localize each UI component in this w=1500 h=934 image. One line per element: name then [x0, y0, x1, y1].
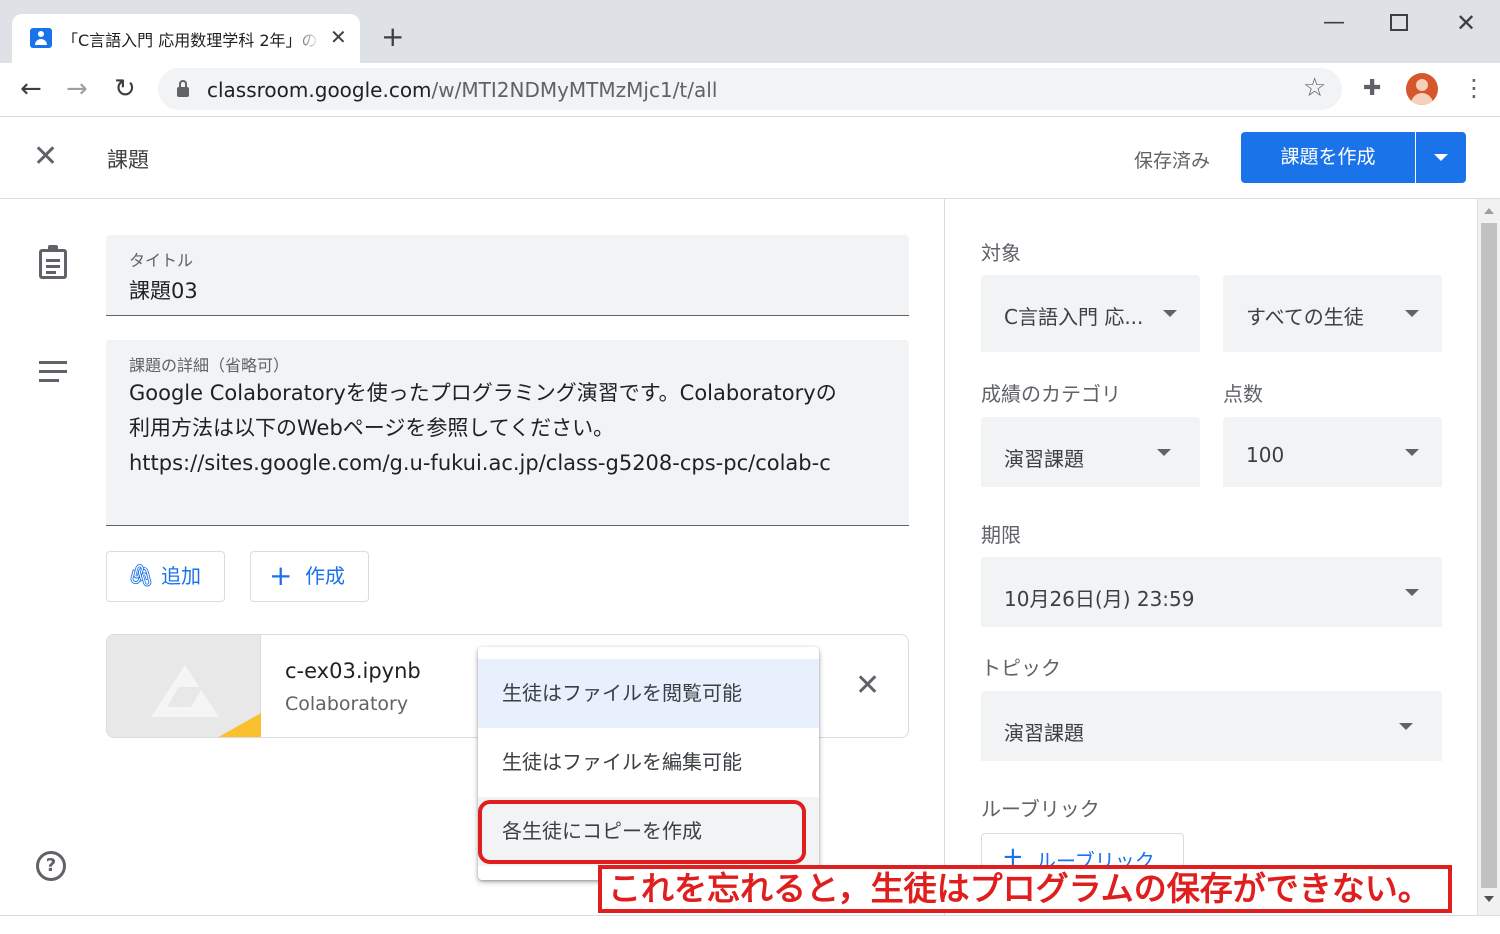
points-label: 点数 [1223, 382, 1263, 406]
browser-tab-strip: 「C言語入門 応用数理学科 2年」の ✕ + — ✕ [0, 0, 1500, 63]
scroll-up-arrow-icon[interactable] [1484, 208, 1494, 214]
create-button-label: 作成 [305, 564, 345, 588]
create-file-button[interactable]: + 作成 [250, 551, 369, 602]
grade-category-label: 成績のカテゴリ [981, 382, 1121, 406]
back-arrow-icon[interactable]: ← [20, 75, 42, 103]
menu-item-view[interactable]: 生徒はファイルを閲覧可能 [478, 659, 819, 728]
students-select-value: すべての生徒 [1246, 305, 1364, 329]
window-maximize-button[interactable] [1390, 14, 1408, 31]
chevron-down-icon [1157, 449, 1171, 456]
create-options-dropdown-button[interactable] [1416, 132, 1466, 183]
assignment-editor-header: ✕ 課題 保存済み 課題を作成 [0, 118, 1500, 199]
rubric-label: ルーブリック [981, 797, 1100, 821]
scroll-down-arrow-icon[interactable] [1484, 896, 1494, 902]
url-path: /w/MTI2NDMyMTMzMjc1/t/all [431, 78, 718, 102]
create-assignment-button[interactable]: 課題を作成 [1241, 132, 1415, 183]
save-status: 保存済み [1134, 150, 1211, 172]
due-label: 期限 [981, 523, 1021, 547]
attachment-name[interactable]: c-ex03.ipynb [285, 659, 421, 683]
class-select[interactable]: C言語入門 応... [981, 275, 1200, 352]
details-label: 課題の詳細（省略可） [129, 356, 290, 375]
extensions-icon[interactable]: ✚ [1363, 77, 1381, 101]
topic-label: トピック [981, 656, 1061, 680]
chevron-down-icon [1405, 310, 1419, 317]
browser-tab[interactable]: 「C言語入門 応用数理学科 2年」の ✕ [12, 14, 360, 63]
for-label: 対象 [981, 241, 1021, 265]
plus-icon: + [269, 559, 293, 592]
title-label: タイトル [129, 251, 194, 270]
title-field[interactable]: タイトル 課題03 [106, 235, 909, 316]
url-text[interactable]: classroom.google.com/w/MTI2NDMyMTMzMjc1/… [207, 78, 717, 102]
colab-corner-icon [215, 713, 261, 737]
chevron-down-icon [1405, 589, 1419, 596]
window-minimize-button[interactable]: — [1323, 10, 1345, 36]
tab-title: 「C言語入門 応用数理学科 2年」の [62, 27, 320, 51]
grade-category-select[interactable]: 演習課題 [981, 417, 1200, 487]
copy-option-highlight-box [478, 800, 806, 864]
close-icon[interactable]: ✕ [33, 140, 58, 174]
add-button-label: 追加 [161, 564, 201, 588]
students-select[interactable]: すべての生徒 [1223, 275, 1442, 352]
help-icon[interactable]: ? [36, 851, 66, 881]
lock-icon[interactable] [177, 80, 189, 97]
profile-avatar[interactable] [1406, 73, 1438, 105]
remove-attachment-icon[interactable]: ✕ [855, 669, 880, 703]
topic-value: 演習課題 [1004, 721, 1084, 745]
star-icon[interactable]: ☆ [1303, 74, 1326, 102]
url-host: classroom.google.com [207, 78, 432, 102]
classroom-favicon-icon [30, 28, 52, 48]
address-bar[interactable]: classroom.google.com/w/MTI2NDMyMTMzMjc1/… [158, 68, 1342, 110]
points-value: 100 [1246, 443, 1285, 467]
add-attachment-button[interactable]: 🖇 追加 [106, 551, 225, 602]
window-close-button[interactable]: ✕ [1456, 10, 1476, 36]
notes-icon [39, 361, 67, 388]
annotation-callout: これを忘れると，生徒はプログラムの保存ができない。 [598, 865, 1452, 913]
due-date-select[interactable]: 10月26日(月) 23:59 [981, 557, 1442, 627]
due-date-value: 10月26日(月) 23:59 [1004, 587, 1195, 611]
bottom-edge [0, 915, 1500, 934]
browser-toolbar: ← → ↻ classroom.google.com/w/MTI2NDMyMTM… [0, 63, 1500, 117]
class-select-value: C言語入門 応... [1004, 305, 1144, 329]
details-field[interactable]: 課題の詳細（省略可） Google Colaboratoryを使ったプログラミン… [106, 340, 909, 526]
attachment-thumbnail [107, 635, 261, 737]
chevron-down-icon [1399, 723, 1413, 730]
tab-close-icon[interactable]: ✕ [330, 26, 347, 48]
chevron-down-icon [1163, 310, 1177, 317]
grade-category-value: 演習課題 [1004, 447, 1084, 471]
assignment-icon [39, 245, 67, 279]
points-select[interactable]: 100 [1223, 417, 1442, 487]
more-vert-icon[interactable]: ⋮ [1462, 75, 1486, 101]
paperclip-icon: 🖇 [127, 564, 155, 589]
drive-icon [151, 665, 219, 717]
details-input[interactable]: Google Colaboratoryを使ったプログラミング演習です。Colab… [129, 376, 889, 481]
attachment-type: Colaboratory [285, 693, 409, 715]
chevron-down-icon [1405, 449, 1419, 456]
page-title: 課題 [107, 148, 149, 172]
new-tab-button[interactable]: + [381, 22, 404, 52]
scrollbar-thumb[interactable] [1481, 223, 1497, 888]
title-input[interactable]: 課題03 [129, 275, 198, 305]
forward-arrow-icon[interactable]: → [66, 75, 88, 103]
reload-icon[interactable]: ↻ [114, 75, 136, 103]
topic-select[interactable]: 演習課題 [981, 691, 1442, 761]
scrollbar[interactable] [1477, 199, 1500, 915]
menu-item-edit[interactable]: 生徒はファイルを編集可能 [478, 728, 819, 797]
assignment-settings-panel: 対象 C言語入門 応... すべての生徒 成績のカテゴリ 点数 演習課題 100… [944, 199, 1477, 915]
